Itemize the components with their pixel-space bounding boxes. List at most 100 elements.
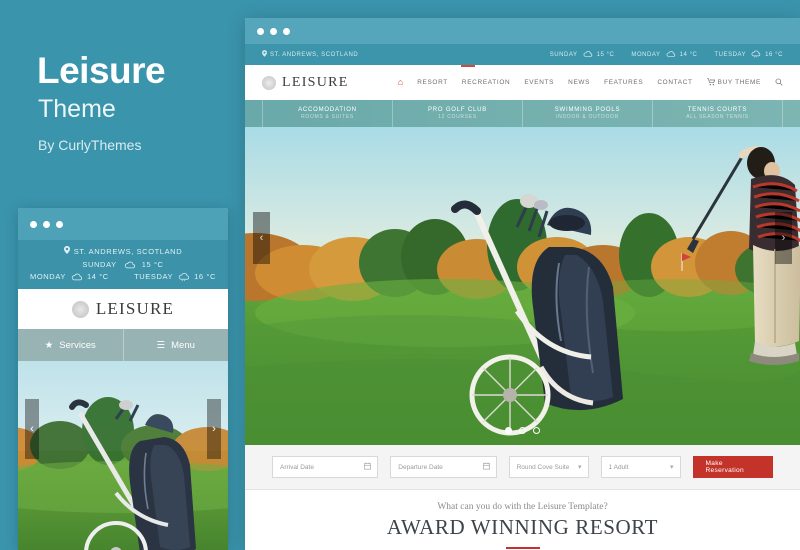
room-type-value: Round Cove Suite [516, 463, 570, 471]
subnav-item-accomodation[interactable]: ACCOMODATION ROOMS & SUITES [262, 100, 392, 127]
cloud-icon [70, 272, 83, 281]
hero-image [245, 127, 800, 445]
nav-item-resort[interactable]: RESORT [417, 79, 448, 86]
device-forecast-day-0: SUNDAY [82, 260, 117, 269]
site-navbar: LEISURE ⌂ RESORT RECREATION EVENTS NEWS … [245, 65, 800, 100]
booking-form: Arrival Date Departure Date Round Cove S… [245, 445, 800, 490]
device-forecast-temp-0: 15 °C [141, 260, 164, 269]
nav-item-events[interactable]: EVENTS [524, 79, 554, 86]
hero-carousel-dots [245, 427, 800, 434]
device-forecast-day-2: TUESDAY [134, 272, 174, 281]
device-forecast-row-2: MONDAY 14 °C TUESDAY 16 °C [26, 272, 220, 282]
topbar-forecast-day-2: TUESDAY [714, 51, 747, 58]
home-icon[interactable]: ⌂ [398, 78, 403, 87]
map-pin-icon [262, 50, 267, 59]
topbar-forecast-day-0: SUNDAY [549, 51, 578, 58]
subnav-title-1: PRO GOLF CLUB [427, 106, 488, 113]
device-hero-image [18, 361, 228, 550]
make-reservation-button[interactable]: Make Reservation [692, 456, 773, 478]
buy-theme-label: BUY THEME [717, 79, 761, 86]
arrival-date-input[interactable]: Arrival Date [272, 456, 379, 478]
site-logo[interactable]: LEISURE [262, 75, 349, 91]
hero-carousel-prev[interactable]: ‹ [253, 212, 270, 264]
hamburger-icon: ☰ [156, 339, 166, 351]
site-subnav: ACCOMODATION ROOMS & SUITES PRO GOLF CLU… [245, 100, 800, 127]
cloud-rain-icon [750, 50, 761, 60]
device-carousel-prev[interactable]: ‹ [25, 399, 39, 459]
subnav-sub-3: ALL SEASON TENNIS [686, 114, 749, 121]
window-dot-maximize[interactable] [56, 220, 63, 228]
search-icon[interactable] [775, 78, 783, 88]
map-pin-icon [63, 246, 70, 256]
device-forecast-temp-1: 14 °C [86, 272, 109, 281]
intro-title: AWARD WINNING RESORT [386, 515, 659, 539]
cloud-icon [123, 260, 136, 269]
topbar-forecast-temp-0: 15 °C [596, 51, 615, 58]
nav-item-recreation[interactable]: RECREATION [462, 79, 510, 86]
window-dot-close[interactable] [257, 27, 264, 35]
browser-title-bar [245, 18, 800, 44]
topbar-forecast-tuesday: TUESDAY 16 °C [714, 50, 783, 60]
device-services-button[interactable]: ★ Services [18, 329, 123, 361]
nav-item-contact[interactable]: CONTACT [657, 79, 692, 86]
hero-dot-2[interactable] [519, 427, 526, 434]
topbar-location-label: ST. ANDREWS, SCOTLAND [270, 51, 359, 58]
device-forecast-sunday: SUNDAY 15 °C [26, 260, 220, 269]
topbar-forecast-monday: MONDAY 14 °C [631, 50, 697, 60]
device-forecast-day-1: MONDAY [30, 272, 66, 281]
hero-dot-1[interactable] [505, 427, 512, 434]
intro-kicker: What can you do with the Leisure Templat… [437, 502, 608, 512]
window-dot-maximize[interactable] [283, 27, 290, 35]
device-mockup: ST. ANDREWS, SCOTLAND SUNDAY 15 °C MONDA… [18, 208, 228, 550]
device-hero-carousel: ‹ › [18, 361, 228, 550]
window-dot-minimize[interactable] [270, 27, 277, 35]
nav-active-indicator [461, 65, 475, 67]
subnav-item-tennis-courts[interactable]: TENNIS COURTS ALL SEASON TENNIS [652, 100, 783, 127]
subnav-sub-2: INDOOR & OUTDOOR [556, 114, 619, 121]
device-forecast-monday: MONDAY 14 °C [30, 272, 109, 281]
device-forecast-temp-2: 16 °C [194, 272, 216, 281]
device-logo[interactable]: LEISURE [18, 289, 228, 329]
hero-carousel-next[interactable]: › [775, 212, 792, 264]
device-location-label: ST. ANDREWS, SCOTLAND [73, 246, 183, 256]
topbar-location: ST. ANDREWS, SCOTLAND [262, 50, 358, 59]
window-dot-close[interactable] [30, 220, 37, 228]
device-forecast-tuesday: TUESDAY 16 °C [134, 272, 216, 282]
arrival-date-placeholder: Arrival Date [280, 463, 314, 471]
caret-down-icon: ▾ [669, 464, 674, 471]
guests-value: 1 Adult [608, 463, 629, 471]
site-topbar: ST. ANDREWS, SCOTLAND SUNDAY 15 °C MONDA… [245, 44, 800, 65]
device-weather-bar: ST. ANDREWS, SCOTLAND SUNDAY 15 °C MONDA… [18, 240, 228, 289]
hero-carousel: ‹ › [245, 127, 800, 445]
nav-item-features[interactable]: FEATURES [604, 79, 643, 86]
site-logo-text: LEISURE [282, 74, 349, 90]
subnav-item-pro-golf-club[interactable]: PRO GOLF CLUB 12 COURSES [392, 100, 522, 127]
promo-author: By CurlyThemes [38, 137, 142, 153]
screenshot-root: Leisure Theme By CurlyThemes ST. ANDREWS… [0, 0, 800, 550]
device-menu-button[interactable]: ☰ Menu [122, 329, 228, 361]
star-icon: ★ [44, 339, 54, 351]
device-services-label: Services [59, 339, 96, 351]
topbar-forecast-temp-2: 16 °C [765, 51, 783, 58]
intro-divider [505, 547, 540, 549]
subnav-sub-0: ROOMS & SUITES [301, 114, 354, 121]
room-type-select[interactable]: Round Cove Suite ▾ [508, 456, 589, 478]
device-carousel-next[interactable]: › [207, 399, 221, 459]
topbar-forecast-sunday: SUNDAY 15 °C [550, 50, 615, 60]
promo-title: Leisure [37, 50, 166, 91]
promo-subtitle: Theme [38, 95, 116, 123]
device-location: ST. ANDREWS, SCOTLAND [26, 246, 220, 256]
topbar-forecast-temp-1: 14 °C [679, 51, 698, 58]
subnav-item-swimming-pools[interactable]: SWIMMING POOLS INDOOR & OUTDOOR [522, 100, 652, 127]
device-menu-label: Menu [171, 339, 195, 351]
device-action-bar: ★ Services ☰ Menu [18, 329, 228, 361]
subnav-sub-1: 12 COURSES [438, 114, 477, 121]
window-dot-minimize[interactable] [43, 220, 50, 228]
buy-theme-button[interactable]: BUY THEME [706, 77, 761, 88]
calendar-icon [482, 462, 490, 472]
nav-item-news[interactable]: NEWS [568, 79, 590, 86]
departure-date-input[interactable]: Departure Date [390, 456, 497, 478]
caret-down-icon: ▾ [578, 464, 582, 471]
hero-dot-3[interactable] [533, 427, 540, 434]
guests-select[interactable]: 1 Adult ▾ [600, 456, 681, 478]
